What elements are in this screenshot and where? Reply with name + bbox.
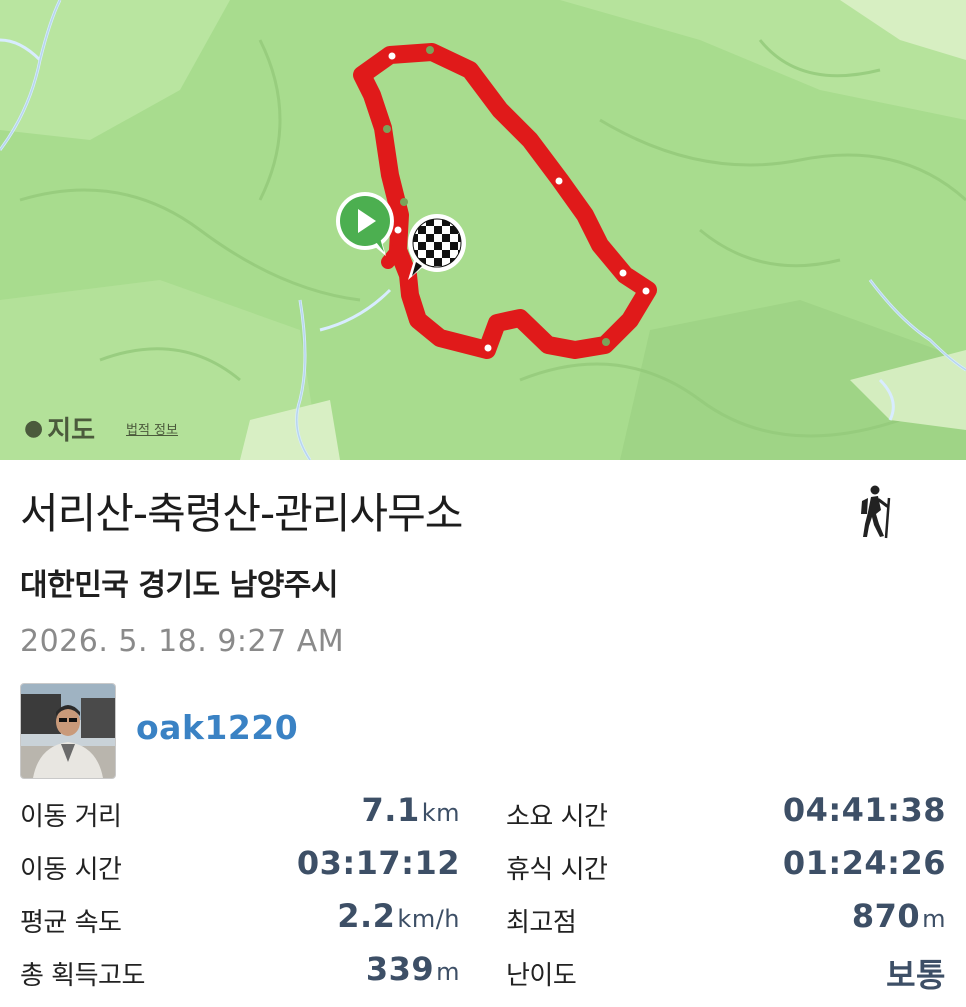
difficulty-label: 난이도 [506,961,577,991]
course-title: 서리산-축령산-관리사무소 [20,489,463,538]
course-datetime: 2026. 5. 18. 9:27 AM [20,624,345,659]
total-time-label: 소요 시간 [506,802,608,832]
rest-time-value: 01:24:26 [782,844,946,882]
total-time-value: 04:41:38 [782,791,946,829]
route-map[interactable]: ● 지도 법적 정보 [0,0,966,460]
distance-value: 7.1km [361,791,460,829]
avg-speed-value: 2.2km/h [337,897,460,935]
avatar-photo [21,684,115,778]
avatar[interactable] [20,683,116,779]
moving-time-value: 03:17:12 [296,844,460,882]
avg-speed-label: 평균 속도 [20,908,122,938]
max-elevation-label: 최고점 [506,908,577,938]
hiker-icon [861,485,891,539]
legal-info-link[interactable]: 법적 정보 [126,419,178,438]
elevation-gain-value: 339m [365,950,460,988]
start-marker-icon[interactable] [334,190,396,260]
max-elevation-value: 870m [851,897,946,935]
maps-brand: ● 지도 [24,410,95,447]
difficulty-value: 보통 [886,956,946,994]
maps-brand-label: 지도 [47,416,96,446]
course-region: 대한민국 경기도 남양주시 [20,568,339,603]
rest-time-label: 휴식 시간 [506,855,608,885]
username-link[interactable]: oak1220 [136,708,298,747]
apple-logo-icon: ● [24,416,44,441]
distance-label: 이동 거리 [20,802,122,832]
finish-marker-icon[interactable] [402,210,468,282]
elevation-gain-label: 총 획득고도 [20,961,145,991]
map-canvas [0,0,966,460]
moving-time-label: 이동 시간 [20,855,122,885]
